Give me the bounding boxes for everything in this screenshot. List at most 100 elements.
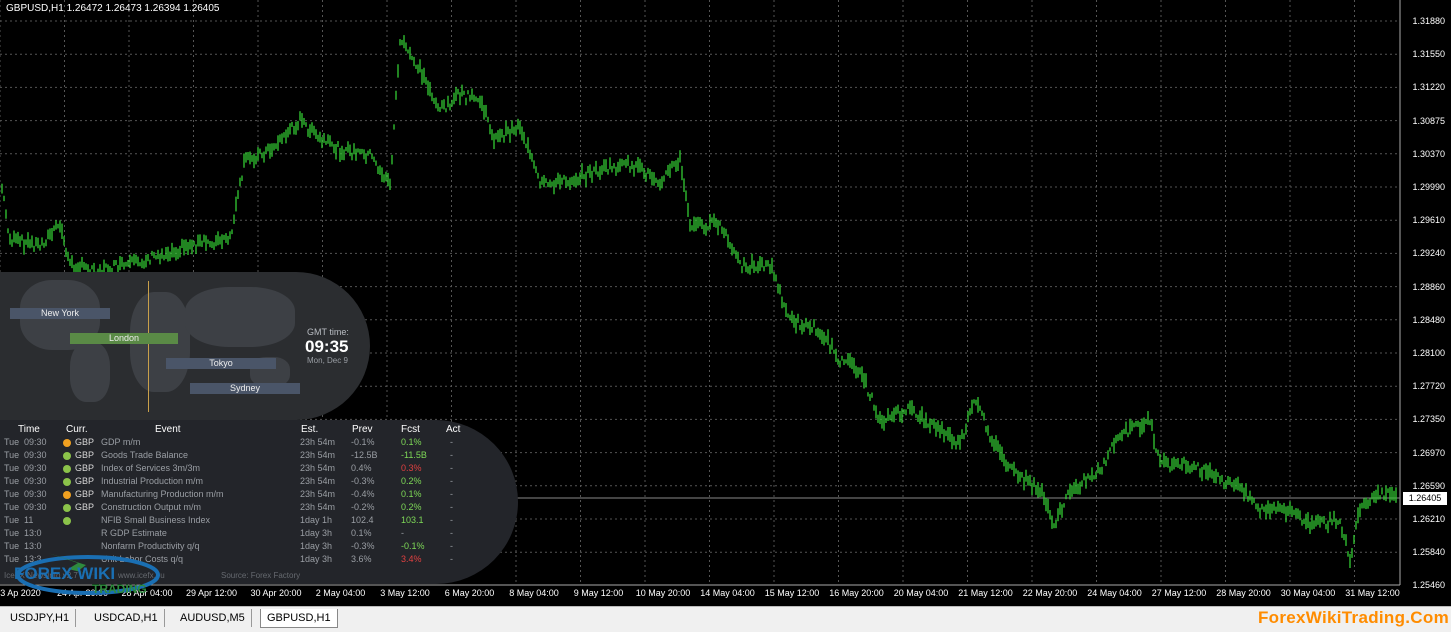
news-row-fcst: 0.1%: [401, 437, 422, 447]
news-row-est: 23h 54m: [300, 502, 336, 512]
news-row-act: -: [450, 502, 453, 512]
news-header-event: Event: [155, 424, 181, 435]
news-row-event: Manufacturing Production m/m: [101, 489, 224, 499]
time-axis-label: 30 Apr 20:00: [250, 588, 302, 598]
news-row-time: 09:30: [24, 502, 47, 512]
news-row-prev: 102.4: [351, 515, 374, 525]
news-row-currency: GBP: [75, 476, 95, 486]
news-row-time: 09:30: [24, 437, 47, 447]
news-row-fcst: 0.2%: [401, 502, 422, 512]
impact-dot-icon: [63, 452, 71, 460]
news-footer-source: Source: Forex Factory: [221, 571, 301, 580]
gmt-label: GMT time:: [307, 327, 349, 337]
time-axis-label: 2 May 04:00: [315, 588, 366, 598]
news-header-prev: Prev: [352, 424, 373, 435]
tab-usdjpy-h1[interactable]: USDJPY,H1: [4, 609, 77, 627]
price-axis-label: 1.25840: [1412, 547, 1445, 558]
world-map-south-america: [70, 342, 110, 402]
news-row-event: Goods Trade Balance: [101, 450, 189, 460]
news-row-prev: 0.4%: [351, 463, 372, 473]
tab-audusd-m5[interactable]: AUDUSD,M5: [174, 609, 252, 627]
price-axis-label: 1.31220: [1412, 82, 1445, 93]
news-row-prev: -0.4%: [351, 489, 375, 499]
news-row-time: 09:30: [24, 489, 47, 499]
time-axis-label: 8 May 04:00: [509, 588, 559, 598]
news-row-time: 13:0: [24, 528, 42, 538]
news-row-fcst: 0.1%: [401, 489, 422, 499]
news-row-act: -: [450, 489, 453, 499]
time-axis-label: 3 May 12:00: [380, 588, 430, 598]
news-row-prev: 0.1%: [351, 528, 372, 538]
news-row-est: 1day 1h: [300, 515, 333, 525]
news-row-fcst: -0.1%: [401, 541, 425, 551]
news-row-fcst: -11.5B: [401, 450, 427, 460]
logo-text-1: FOREX WIKI: [14, 564, 115, 583]
city-bar-new-york: New York: [10, 308, 110, 319]
impact-dot-icon: [63, 517, 71, 525]
time-axis-label: 21 May 12:00: [958, 588, 1013, 598]
current-price-marker: 1.26405: [1403, 492, 1447, 505]
news-row-prev: -0.3%: [351, 476, 375, 486]
news-row-fcst: -: [401, 528, 404, 538]
forexwiki-logo: FOREX WIKI TRADING: [14, 553, 160, 596]
world-map-asia: [185, 287, 295, 347]
time-axis-label: 28 May 20:00: [1216, 588, 1271, 598]
price-axis-label: 1.27350: [1412, 414, 1445, 425]
news-row-event: GDP m/m: [101, 437, 141, 447]
news-row-time: 09:30: [24, 450, 47, 460]
time-axis-label: 29 Apr 12:00: [185, 588, 238, 598]
price-axis-label: 1.26970: [1412, 447, 1445, 458]
time-axis-label: 14 May 04:00: [700, 588, 755, 598]
news-row-prev: -0.2%: [351, 502, 375, 512]
news-row-act: -: [450, 515, 453, 525]
news-row-est: 23h 54m: [300, 450, 336, 460]
price-axis-label: 1.27720: [1412, 381, 1445, 392]
news-row-event: NFIB Small Business Index: [101, 515, 211, 525]
time-axis-label: 20 May 04:00: [893, 588, 949, 598]
news-row-event: Index of Services 3m/3m: [101, 463, 201, 473]
news-row-prev: -0.3%: [351, 541, 375, 551]
news-row-act: -: [450, 541, 453, 551]
news-row-est: 1day 3h: [300, 554, 333, 564]
price-axis-label: 1.28860: [1412, 281, 1445, 292]
time-axis-label: 10 May 20:00: [635, 588, 691, 598]
city-bar-london: London: [70, 333, 178, 344]
news-row-currency: GBP: [75, 450, 95, 460]
city-bar-tokyo: Tokyo: [166, 358, 276, 369]
time-axis-label: 15 May 12:00: [764, 588, 820, 598]
time-axis-label: 30 May 04:00: [1280, 588, 1336, 598]
price-axis-label: 1.30370: [1412, 148, 1445, 159]
news-row-prev: -0.1%: [351, 437, 375, 447]
news-row-day: Tue: [4, 476, 20, 486]
news-header-currency: Curr.: [66, 424, 88, 435]
news-row-est: 1day 3h: [300, 541, 333, 551]
news-row-fcst: 3.4%: [401, 554, 422, 564]
time-axis-label: 16 May 20:00: [829, 588, 884, 598]
time-axis-label: 9 May 12:00: [573, 588, 624, 598]
news-row-currency: GBP: [75, 502, 95, 512]
tab-usdcad-h1[interactable]: USDCAD,H1: [88, 609, 165, 627]
current-time-line: [148, 281, 149, 412]
news-row-act: -: [450, 463, 453, 473]
news-header-time: Time: [18, 424, 40, 435]
price-axis-label: 1.26590: [1412, 480, 1445, 491]
news-row-day: Tue: [4, 528, 20, 538]
news-row-day: Tue: [4, 489, 20, 499]
news-row-est: 23h 54m: [300, 489, 336, 499]
news-row-act: -: [450, 450, 453, 460]
news-row-time: 09:30: [24, 463, 47, 473]
news-row-day: Tue: [4, 450, 20, 460]
tab-gbpusd-h1[interactable]: GBPUSD,H1: [260, 609, 338, 628]
impact-dot-icon: [63, 465, 71, 473]
news-row-est: 23h 54m: [300, 476, 336, 486]
price-axis-label: 1.28100: [1412, 348, 1445, 358]
news-row-fcst: 0.3%: [401, 463, 422, 473]
watermark: ForexWikiTrading.Com: [1258, 608, 1449, 627]
impact-dot-icon: [63, 491, 71, 499]
news-row-act: -: [450, 554, 453, 564]
news-header-fcst: Fcst: [401, 424, 420, 435]
news-row-event: R GDP Estimate: [101, 528, 167, 538]
price-axis-label: 1.29240: [1412, 248, 1445, 259]
news-row-day: Tue: [4, 463, 20, 473]
price-axis-label: 1.31880: [1412, 16, 1445, 26]
